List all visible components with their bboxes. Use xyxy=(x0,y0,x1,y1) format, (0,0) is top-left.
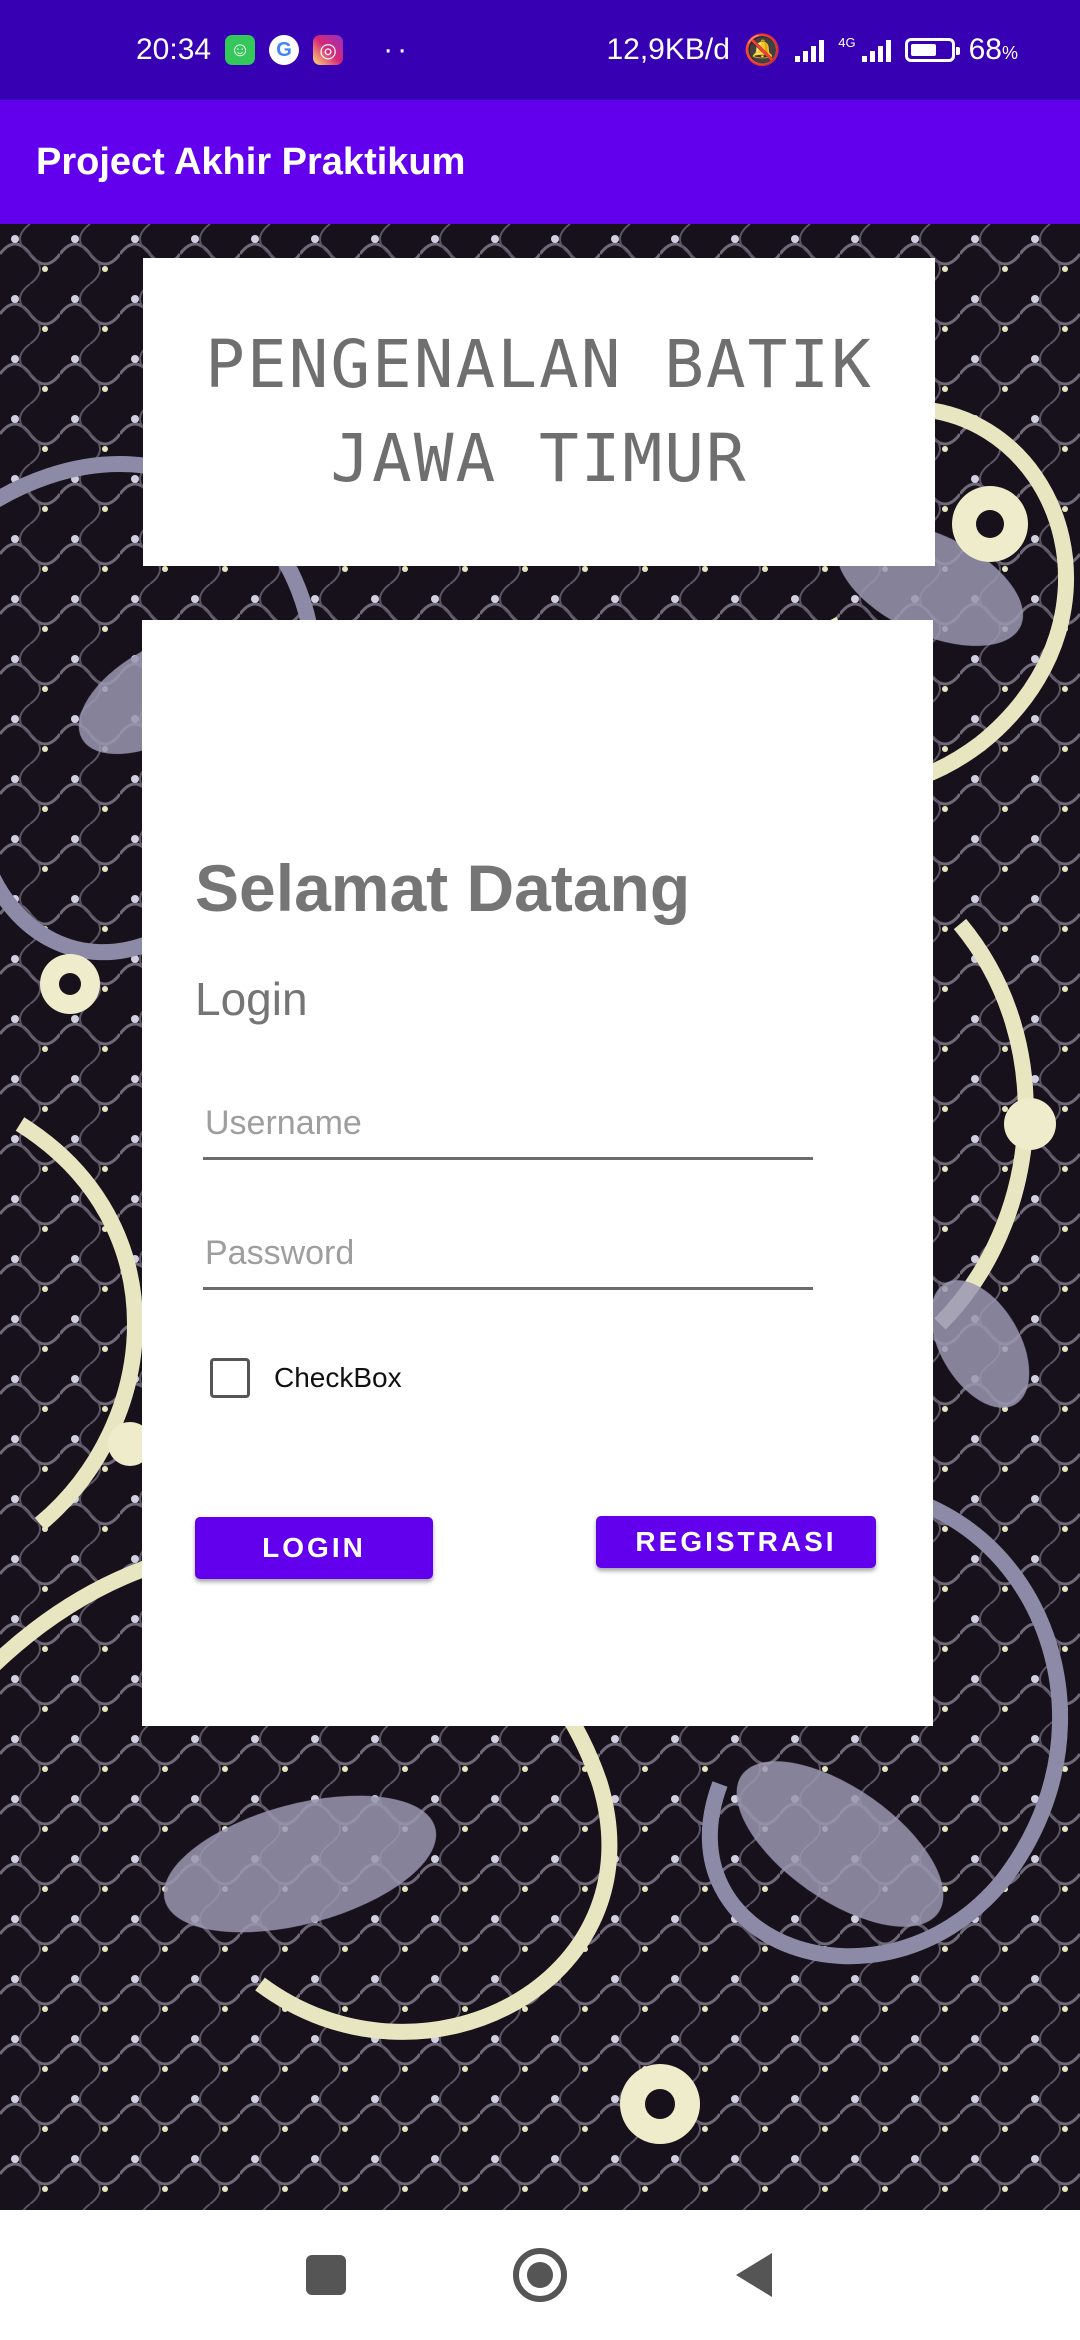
checkbox[interactable] xyxy=(210,1358,250,1398)
instagram-icon: ◎ xyxy=(313,35,344,65)
screen: 20:34 ☺ G ◎ ·· 12,9KB/d 🔕 4G 68% Project… xyxy=(0,0,1080,2340)
back-button[interactable] xyxy=(722,2243,786,2307)
status-time: 20:34 xyxy=(136,33,212,66)
signal-icon xyxy=(795,38,825,62)
status-bar: 20:34 ☺ G ◎ ·· 12,9KB/d 🔕 4G 68% xyxy=(0,0,1080,100)
login-button[interactable]: LOGIN xyxy=(195,1517,433,1579)
network-speed: 12,9KB/d xyxy=(606,33,730,66)
checkbox-label[interactable]: CheckBox xyxy=(274,1362,402,1394)
back-icon xyxy=(736,2253,772,2297)
register-button[interactable]: REGISTRASI xyxy=(596,1516,876,1568)
signal-icon-2 xyxy=(861,38,891,62)
welcome-heading: Selamat Datang xyxy=(195,851,691,925)
title-card: PENGENALAN BATIK JAWA TIMUR xyxy=(143,258,935,566)
title-line-1: PENGENALAN BATIK xyxy=(205,326,873,403)
status-left: 20:34 ☺ G ◎ ·· xyxy=(136,33,411,67)
navigation-bar xyxy=(0,2210,1080,2340)
login-subtitle: Login xyxy=(195,973,308,1025)
password-input[interactable] xyxy=(203,1220,813,1290)
title-line-2: JAWA TIMUR xyxy=(330,420,748,497)
login-card: Selamat Datang Login CheckBox LOGIN REGI… xyxy=(142,620,933,1726)
checkbox-row[interactable]: CheckBox xyxy=(210,1358,402,1398)
battery-percent: 68% xyxy=(968,33,1018,66)
home-button[interactable] xyxy=(508,2243,572,2307)
app-title: Project Akhir Praktikum xyxy=(36,140,466,183)
bell-muted-icon: 🔕 xyxy=(743,33,782,67)
messenger-app-icon: ☺ xyxy=(225,35,256,65)
network-type: 4G xyxy=(838,34,856,50)
home-icon xyxy=(513,2248,567,2302)
status-right: 12,9KB/d 🔕 4G 68% xyxy=(606,33,1018,68)
more-notifications-icon: ·· xyxy=(383,33,412,66)
title-text: PENGENALAN BATIK JAWA TIMUR xyxy=(205,318,873,506)
recents-button[interactable] xyxy=(294,2243,358,2307)
app-bar: Project Akhir Praktikum xyxy=(0,100,1080,224)
recents-icon xyxy=(306,2255,346,2295)
battery-fill xyxy=(910,44,937,56)
username-input[interactable] xyxy=(203,1090,813,1160)
battery-icon xyxy=(904,38,960,62)
google-icon: G xyxy=(269,35,300,65)
